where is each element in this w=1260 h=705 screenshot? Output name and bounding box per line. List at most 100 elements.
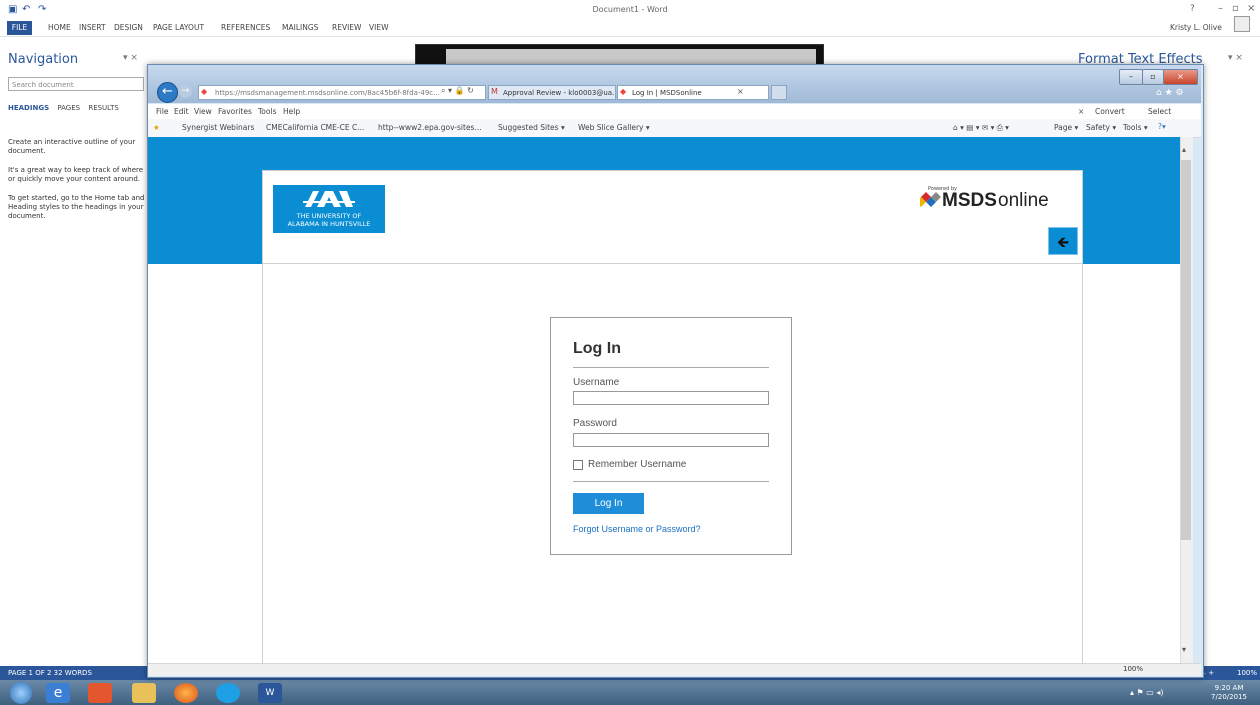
password-field[interactable]	[573, 433, 769, 447]
brand-online: online	[998, 190, 1049, 211]
ie-status-bar: 100%	[148, 663, 1201, 676]
word-user-name[interactable]: Kristy L. Olive	[1170, 23, 1222, 32]
uah-line1: THE UNIVERSITY OF	[296, 212, 362, 220]
menu-edit[interactable]: Edit	[174, 107, 189, 116]
remember-label: Remember Username	[588, 459, 687, 470]
tab-pages[interactable]: PAGES	[57, 104, 80, 112]
word-help-icon[interactable]: ?	[1190, 4, 1195, 14]
cmd-safety[interactable]: Safety ▾	[1086, 123, 1116, 132]
word-ribbon-tabs: HOME INSERT DESIGN PAGE LAYOUT REFERENCE…	[0, 16, 1260, 37]
word-minimize-button[interactable]: –	[1218, 3, 1223, 14]
divider	[573, 367, 769, 368]
format-pane-close-icon[interactable]: ▾ ×	[1228, 53, 1243, 63]
convert-button[interactable]: Convert	[1095, 107, 1125, 116]
menu-help[interactable]: Help	[283, 107, 300, 116]
explorer-taskbar-icon[interactable]	[132, 683, 156, 703]
word-taskbar-icon[interactable]: W	[258, 683, 282, 703]
favorite-link[interactable]: Synergist Webinars	[182, 123, 254, 132]
site-favicon-icon: ◆	[201, 87, 208, 96]
uah-logo[interactable]: THE UNIVERSITY OF ALABAMA IN HUNTSVILLE	[273, 185, 385, 233]
close-toolbar-icon[interactable]: ×	[1078, 107, 1084, 116]
ie-minimize-button[interactable]: –	[1119, 69, 1143, 85]
word-restore-button[interactable]: ▫	[1232, 3, 1239, 14]
taskbar-clock[interactable]: 9:20 AM 7/20/2015	[1204, 684, 1254, 702]
ie-menu-bar: File Edit View Favorites Tools Help × Co…	[148, 104, 1201, 119]
navigation-title: Navigation	[8, 52, 79, 67]
address-search-lock-refresh-icons[interactable]: ⌕ ▾ 🔒 ↻	[441, 86, 474, 96]
favorite-link[interactable]: Web Slice Gallery ▾	[578, 123, 650, 132]
forward-button[interactable]: →	[179, 85, 192, 98]
login-button[interactable]: Log In	[573, 493, 644, 514]
gmail-icon: M	[491, 87, 498, 96]
new-tab-button[interactable]	[771, 85, 787, 100]
navigation-pane	[0, 38, 150, 666]
ie-close-button[interactable]: ×	[1163, 69, 1198, 85]
cmd-page[interactable]: Page ▾	[1054, 123, 1078, 132]
nav-pane-options-icon[interactable]: ▾ ×	[123, 53, 138, 63]
help-icon[interactable]: ?▾	[1158, 122, 1166, 131]
tab-mailings[interactable]: MAILINGS	[282, 23, 318, 32]
menu-view[interactable]: View	[194, 107, 212, 116]
command-bar-icons[interactable]: ⌂ ▾ ▤ ▾ ✉ ▾ ⎙ ▾	[953, 123, 1009, 133]
tab-references[interactable]: REFERENCES	[221, 23, 270, 32]
forgot-credentials-link[interactable]: Forgot Username or Password?	[573, 524, 701, 534]
skype-taskbar-icon[interactable]	[216, 683, 240, 703]
uah-mark-icon	[303, 191, 355, 207]
menu-favorites[interactable]: Favorites	[218, 107, 252, 116]
nav-help-line: It's a great way to keep track of where …	[8, 166, 144, 183]
home-star-gear-icons[interactable]: ⌂ ★ ⚙	[1156, 88, 1184, 98]
search-input[interactable]: Search document	[8, 77, 144, 91]
favorites-star-icon[interactable]: ★	[153, 123, 160, 132]
cmd-tools[interactable]: Tools ▾	[1123, 123, 1148, 132]
word-zoom-level[interactable]: 100%	[1237, 669, 1257, 677]
favorite-link[interactable]: http--www2.epa.gov-sites...	[378, 123, 482, 132]
avatar[interactable]	[1234, 16, 1250, 32]
tab-file[interactable]: FILE	[7, 21, 32, 35]
collapse-arrow-button[interactable]: 🡸	[1048, 227, 1078, 255]
ie-zoom-level[interactable]: 100%	[1123, 665, 1143, 673]
favorites-bar: ★ Synergist Webinars CMECalifornia CME-C…	[148, 119, 1201, 138]
msdsonline-logo[interactable]: Powered by MSDS online	[920, 186, 1070, 216]
tab-page-layout[interactable]: PAGE LAYOUT	[153, 23, 204, 32]
menu-tools[interactable]: Tools	[258, 107, 276, 116]
ie-taskbar-icon[interactable]: e	[46, 683, 70, 703]
remember-checkbox[interactable]	[573, 460, 583, 470]
nav-tabs: HEADINGS PAGES RESULTS	[8, 104, 119, 112]
favorite-link[interactable]: CMECalifornia CME-CE C...	[266, 123, 364, 132]
tab-login-msdsonline[interactable]: Log In | MSDSonline	[617, 85, 769, 100]
scroll-down-icon[interactable]: ▾	[1182, 645, 1186, 654]
back-button[interactable]: ←	[157, 82, 178, 103]
nav-help-line: Create an interactive outline of your do…	[8, 138, 136, 155]
start-button[interactable]	[10, 682, 32, 704]
tab-review[interactable]: REVIEW	[332, 23, 361, 32]
word-count-status[interactable]: PAGE 1 OF 2 32 WORDS	[8, 669, 92, 677]
tab-headings[interactable]: HEADINGS	[8, 104, 49, 112]
ie-restore-button[interactable]: ▫	[1142, 69, 1164, 85]
word-window-title: Document1 - Word	[592, 5, 668, 14]
tab-design[interactable]: DESIGN	[114, 23, 143, 32]
scrollbar-thumb[interactable]	[1181, 160, 1191, 540]
media-player-taskbar-icon[interactable]	[88, 683, 112, 703]
username-label: Username	[573, 377, 620, 388]
tab-approval-review[interactable]: Approval Review - klo0003@ua...	[488, 85, 616, 100]
tab-view[interactable]: VIEW	[369, 23, 389, 32]
tab-results[interactable]: RESULTS	[88, 104, 119, 112]
tray-icons[interactable]: ▴ ⚑ ▭ ◂)	[1130, 688, 1164, 697]
favorite-link[interactable]: Suggested Sites ▾	[498, 123, 565, 132]
select-button[interactable]: Select	[1148, 107, 1171, 116]
scroll-up-icon[interactable]: ▴	[1182, 145, 1186, 154]
word-close-button[interactable]: ×	[1247, 3, 1255, 14]
clock-date: 7/20/2015	[1211, 693, 1247, 701]
nav-help-text: Create an interactive outline of your do…	[8, 138, 148, 231]
word-title-bar: ▣ ↶ ↷ Document1 - Word ? – ▫ ×	[0, 0, 1260, 20]
nav-help-line: To get started, go to the Home tab and H…	[8, 194, 145, 220]
tab-insert[interactable]: INSERT	[79, 23, 106, 32]
username-field[interactable]	[573, 391, 769, 405]
menu-file[interactable]: File	[156, 107, 169, 116]
firefox-taskbar-icon[interactable]	[174, 683, 198, 703]
divider	[573, 481, 769, 482]
uah-name: THE UNIVERSITY OF ALABAMA IN HUNTSVILLE	[273, 212, 385, 228]
header-divider	[262, 263, 1082, 264]
close-tab-icon[interactable]: ×	[737, 87, 744, 96]
tab-home[interactable]: HOME	[48, 23, 71, 32]
